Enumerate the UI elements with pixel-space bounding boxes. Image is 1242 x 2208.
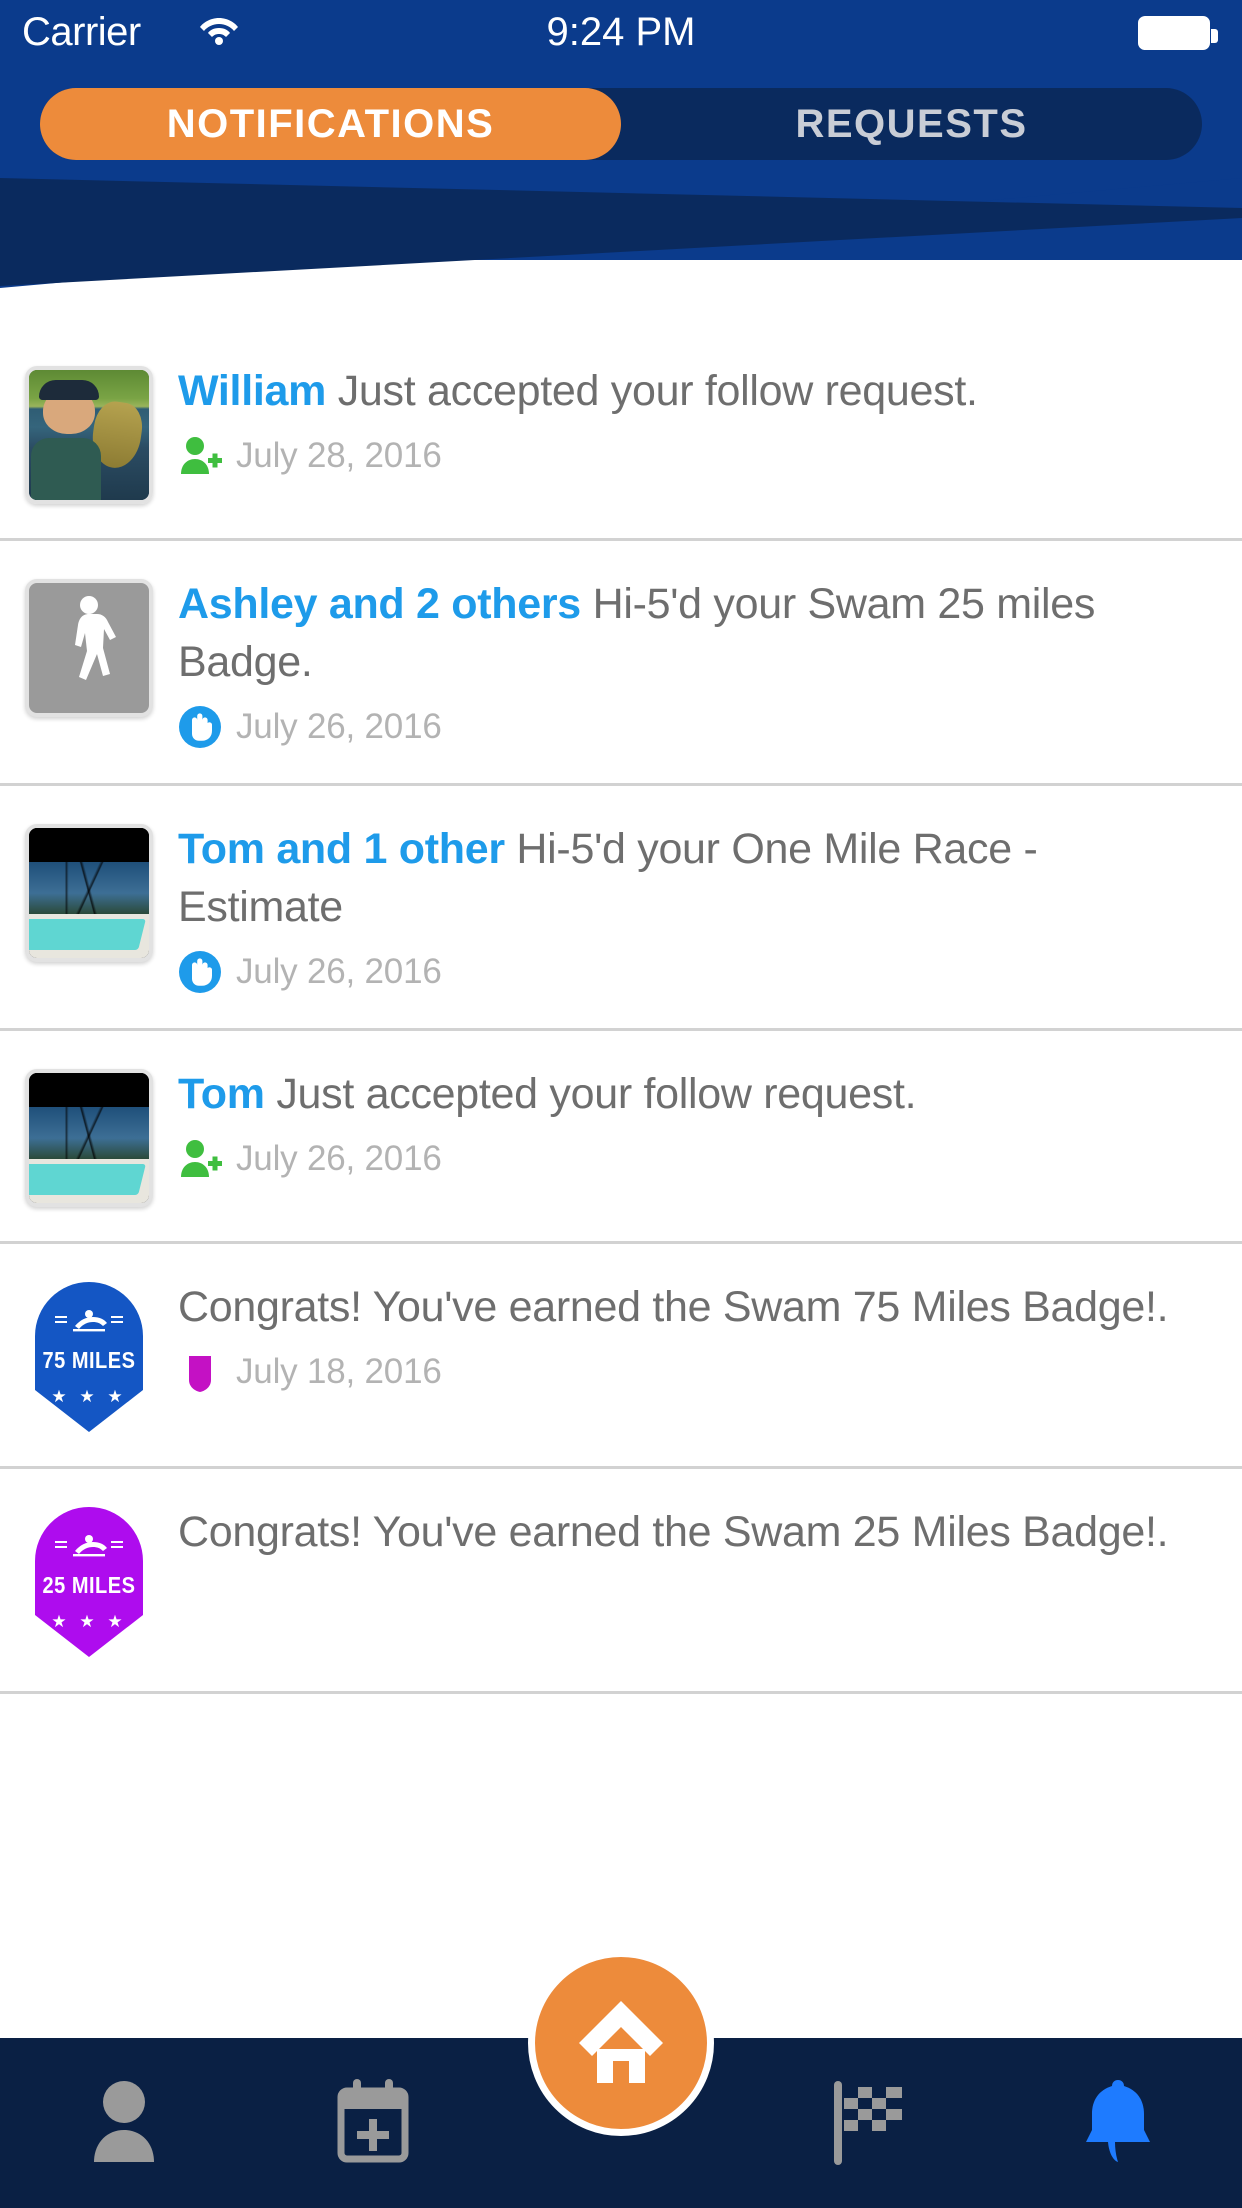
- notification-meta: July 28, 2016: [178, 434, 1202, 478]
- notification-text: Tom Just accepted your follow request.: [178, 1065, 1202, 1123]
- user-name-link[interactable]: Ashley and 2 others: [178, 580, 581, 628]
- avatar-cell[interactable]: [0, 575, 178, 749]
- app-header: Carrier 9:24 PM NOTIFICATIONS REQUESTS: [0, 0, 1242, 320]
- notification-date: July 26, 2016: [236, 952, 442, 991]
- notification-row[interactable]: 25 MILES ★ ★ ★ Congrats! You've earned t…: [0, 1469, 1242, 1694]
- notification-body: Congrats! You've earned the Swam 25 Mile…: [178, 1503, 1242, 1657]
- badge-75-miles[interactable]: 75 MILES ★ ★ ★: [35, 1282, 143, 1432]
- checkered-flag-icon: [830, 2077, 908, 2170]
- notification-list: William Just accepted your follow reques…: [0, 320, 1242, 1694]
- battery-full-icon: [1138, 16, 1218, 50]
- notification-meta: July 18, 2016: [178, 1350, 1202, 1394]
- notification-row[interactable]: Ashley and 2 others Hi-5'd your Swam 25 …: [0, 541, 1242, 786]
- tab-requests[interactable]: REQUESTS: [621, 88, 1202, 160]
- swimmer-icon: [53, 1533, 125, 1559]
- notification-body: William Just accepted your follow reques…: [178, 362, 1242, 504]
- notification-text: Tom and 1 other Hi-5'd your One Mile Rac…: [178, 820, 1202, 936]
- swimmer-icon: [53, 1308, 125, 1334]
- nav-add-event[interactable]: [248, 2038, 496, 2208]
- person-icon: [88, 2080, 160, 2167]
- nav-profile[interactable]: [0, 2038, 248, 2208]
- notification-meta: July 26, 2016: [178, 705, 1202, 749]
- home-icon: [575, 1997, 667, 2090]
- avatar[interactable]: [25, 824, 153, 962]
- notification-body: Ashley and 2 others Hi-5'd your Swam 25 …: [178, 575, 1242, 749]
- notification-row[interactable]: 75 MILES ★ ★ ★ Congrats! You've earned t…: [0, 1244, 1242, 1469]
- notification-body: Tom Just accepted your follow request. J…: [178, 1065, 1242, 1207]
- segmented-tab-bar: NOTIFICATIONS REQUESTS: [40, 88, 1202, 160]
- bell-icon: [1082, 2078, 1154, 2169]
- notification-meta: July 26, 2016: [178, 950, 1202, 994]
- notification-body: Congrats! You've earned the Swam 75 Mile…: [178, 1278, 1242, 1432]
- calendar-plus-icon: [336, 2078, 410, 2168]
- notification-row[interactable]: Tom and 1 other Hi-5'd your One Mile Rac…: [0, 786, 1242, 1031]
- badge-25-miles[interactable]: 25 MILES ★ ★ ★: [35, 1507, 143, 1657]
- avatar-cell[interactable]: [0, 820, 178, 994]
- notification-text: William Just accepted your follow reques…: [178, 362, 1202, 420]
- person-add-icon: [178, 1137, 222, 1181]
- walking-person-icon: [75, 596, 116, 680]
- home-fab-button[interactable]: [528, 1950, 714, 2136]
- status-bar: Carrier 9:24 PM: [0, 0, 1242, 62]
- avatar-cell[interactable]: [0, 362, 178, 504]
- notification-text: Ashley and 2 others Hi-5'd your Swam 25 …: [178, 575, 1202, 691]
- nav-notifications[interactable]: [994, 2038, 1242, 2208]
- notification-meta: July 26, 2016: [178, 1137, 1202, 1181]
- notification-body: Tom and 1 other Hi-5'd your One Mile Rac…: [178, 820, 1242, 994]
- notification-row[interactable]: Tom Just accepted your follow request. J…: [0, 1031, 1242, 1244]
- avatar[interactable]: [25, 366, 153, 504]
- user-name-link[interactable]: Tom and 1 other: [178, 825, 505, 873]
- status-time: 9:24 PM: [546, 10, 696, 54]
- badge-label: 75 MILES: [42, 1348, 136, 1374]
- user-name-link[interactable]: Tom: [178, 1070, 265, 1118]
- notification-message: Just accepted your follow request.: [326, 367, 978, 415]
- notification-message: Just accepted your follow request.: [264, 1070, 917, 1118]
- notification-message: Congrats! You've earned the Swam 75 Mile…: [178, 1283, 1169, 1331]
- badge-stars: ★ ★ ★: [51, 1612, 127, 1631]
- nav-races[interactable]: [745, 2038, 993, 2208]
- notification-row[interactable]: William Just accepted your follow reques…: [0, 320, 1242, 541]
- user-name-link[interactable]: William: [178, 367, 326, 415]
- notification-date: July 26, 2016: [236, 1139, 442, 1178]
- avatar-cell[interactable]: 75 MILES ★ ★ ★: [0, 1278, 178, 1432]
- hi5-hand-icon: [178, 950, 222, 994]
- avatar[interactable]: [25, 1069, 153, 1207]
- avatar-cell[interactable]: [0, 1065, 178, 1207]
- badge-stars: ★ ★ ★: [51, 1387, 127, 1406]
- hi5-hand-icon: [178, 705, 222, 749]
- avatar-cell[interactable]: 25 MILES ★ ★ ★: [0, 1503, 178, 1657]
- notification-text: Congrats! You've earned the Swam 25 Mile…: [178, 1503, 1202, 1561]
- notification-message: Congrats! You've earned the Swam 25 Mile…: [178, 1508, 1169, 1556]
- notification-text: Congrats! You've earned the Swam 75 Mile…: [178, 1278, 1202, 1336]
- person-add-icon: [178, 434, 222, 478]
- badge-label: 25 MILES: [42, 1573, 136, 1599]
- notification-date: July 28, 2016: [236, 436, 442, 475]
- tab-notifications[interactable]: NOTIFICATIONS: [40, 88, 621, 160]
- notification-date: July 26, 2016: [236, 707, 442, 746]
- badge-shield-icon: [178, 1350, 222, 1394]
- notification-date: July 18, 2016: [236, 1352, 442, 1391]
- avatar[interactable]: [25, 579, 153, 717]
